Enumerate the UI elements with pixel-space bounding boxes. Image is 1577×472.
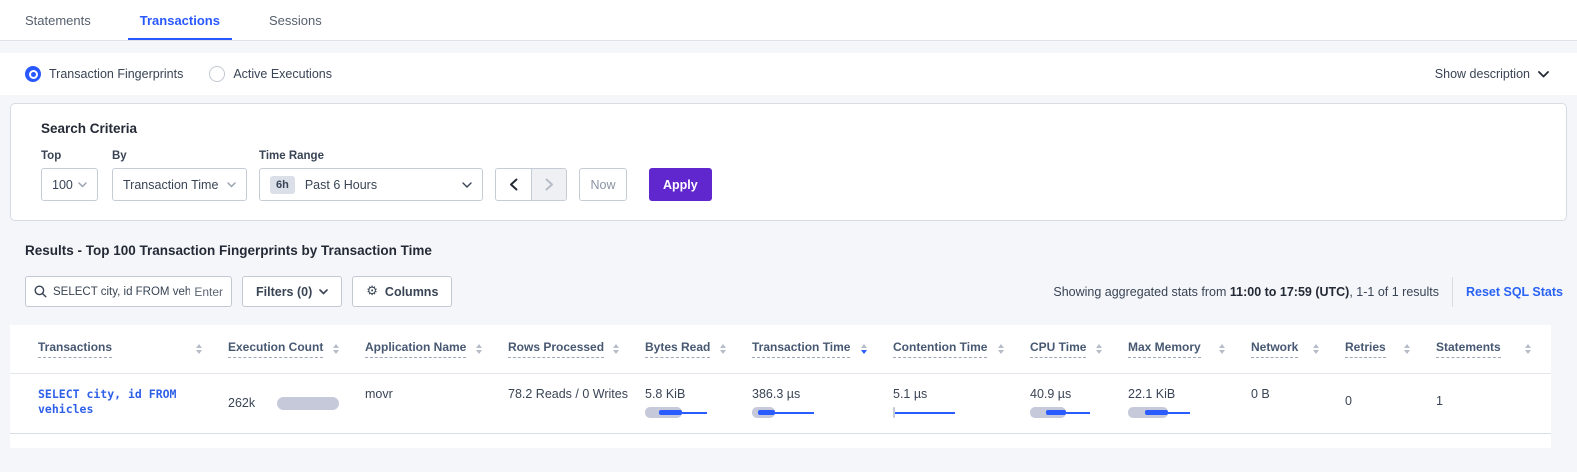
chevron-down-icon: [1538, 71, 1549, 78]
col-header-transaction-time[interactable]: Transaction Time: [752, 340, 893, 358]
results-heading: Results - Top 100 Transaction Fingerprin…: [25, 243, 1577, 258]
time-range-label: Time Range: [259, 150, 483, 162]
sort-icon: [333, 344, 339, 354]
cpu-time-bar: [1030, 407, 1100, 419]
sort-icon: [720, 344, 726, 354]
radio-label: Active Executions: [233, 67, 332, 81]
col-header-application-name[interactable]: Application Name: [365, 340, 508, 358]
col-header-bytes-read[interactable]: Bytes Read: [645, 340, 752, 358]
col-header-execution-count[interactable]: Execution Count: [228, 340, 365, 358]
tab-statements[interactable]: Statements: [19, 0, 97, 40]
time-range-select[interactable]: 6h Past 6 Hours: [259, 168, 483, 201]
sort-icon: [1525, 344, 1531, 354]
cell-statements: 1: [1436, 387, 1551, 419]
radio-label: Transaction Fingerprints: [49, 67, 183, 81]
col-header-network[interactable]: Network: [1251, 340, 1345, 358]
execution-count-bar: [277, 397, 339, 410]
sort-icon: [613, 344, 619, 354]
cell-max-memory: 22.1 KiB: [1128, 387, 1251, 419]
by-label: By: [112, 150, 247, 162]
chevron-down-icon: [78, 182, 87, 188]
time-range-badge: 6h: [270, 176, 295, 194]
col-header-retries[interactable]: Retries: [1345, 340, 1436, 358]
col-header-statements[interactable]: Statements: [1436, 340, 1551, 358]
view-radio-group: Transaction Fingerprints Active Executio…: [25, 66, 332, 82]
by-select[interactable]: Transaction Time: [112, 168, 247, 201]
cell-retries: 0: [1345, 387, 1436, 419]
radio-selected-icon: [25, 66, 41, 82]
cell-contention-time: 5.1 µs: [893, 387, 1030, 419]
tab-transactions[interactable]: Transactions: [134, 0, 226, 40]
sort-icon: [861, 344, 867, 354]
gear-icon: ⚙: [366, 284, 378, 299]
reset-sql-stats-link[interactable]: Reset SQL Stats: [1466, 285, 1563, 299]
radio-transaction-fingerprints[interactable]: Transaction Fingerprints: [25, 66, 183, 82]
time-range-field: Time Range 6h Past 6 Hours: [259, 150, 483, 201]
sort-icon: [1404, 344, 1410, 354]
sort-icon: [1313, 344, 1319, 354]
apply-button[interactable]: Apply: [649, 168, 712, 201]
search-criteria-title: Search Criteria: [41, 121, 1536, 136]
cell-network: 0 B: [1251, 387, 1345, 419]
time-shift-group: [495, 168, 567, 201]
table-header-row: Transactions Execution Count Application…: [10, 325, 1551, 374]
transaction-time-bar: [752, 407, 822, 419]
cell-application-name: movr: [365, 387, 508, 419]
cell-transaction-fingerprint: SELECT city, id FROM vehicles: [38, 387, 228, 419]
top-select[interactable]: 100: [41, 168, 98, 201]
view-toggle-band: Transaction Fingerprints Active Executio…: [0, 53, 1577, 95]
chevron-down-icon: [319, 289, 328, 295]
transaction-fingerprint-link[interactable]: SELECT city, id FROM vehicles: [38, 387, 228, 417]
now-button[interactable]: Now: [579, 168, 627, 201]
filters-button[interactable]: Filters (0): [242, 276, 342, 307]
transactions-table: Transactions Execution Count Application…: [10, 325, 1551, 448]
contention-time-bar: [893, 407, 963, 419]
radio-unselected-icon: [209, 66, 225, 82]
search-icon: [34, 285, 47, 298]
time-next-button[interactable]: [531, 169, 566, 200]
max-memory-bar: [1128, 407, 1198, 419]
table-row: SELECT city, id FROM vehicles 262k movr …: [10, 374, 1551, 434]
sql-activity-tabbar: Statements Transactions Sessions: [0, 0, 1577, 41]
col-header-transactions[interactable]: Transactions: [38, 340, 228, 358]
fingerprint-search-box[interactable]: SELECT city, id FROM vehicles W Enter: [25, 276, 232, 307]
chevron-down-icon: [227, 182, 236, 188]
top-label: Top: [41, 150, 98, 162]
col-header-rows-processed[interactable]: Rows Processed: [508, 340, 645, 358]
col-header-cpu-time[interactable]: CPU Time: [1030, 340, 1128, 358]
results-controls-row: SELECT city, id FROM vehicles W Enter Fi…: [25, 276, 1563, 307]
columns-button[interactable]: ⚙ Columns: [352, 276, 452, 307]
radio-active-executions[interactable]: Active Executions: [209, 66, 332, 82]
time-prev-button[interactable]: [496, 169, 531, 200]
search-criteria-card: Search Criteria Top 100 By Transaction T…: [10, 103, 1567, 221]
search-input[interactable]: SELECT city, id FROM vehicles W: [53, 286, 190, 298]
cell-execution-count: 262k: [228, 387, 365, 419]
col-header-contention-time[interactable]: Contention Time: [893, 340, 1030, 358]
show-description-label: Show description: [1435, 67, 1530, 81]
show-description-toggle[interactable]: Show description: [1435, 67, 1549, 81]
cell-rows-processed: 78.2 Reads / 0 Writes: [508, 387, 645, 419]
bytes-read-bar: [645, 407, 715, 419]
sort-icon: [1096, 344, 1102, 354]
cell-cpu-time: 40.9 µs: [1030, 387, 1128, 419]
cell-transaction-time: 386.3 µs: [752, 387, 893, 419]
by-field: By Transaction Time: [112, 150, 247, 201]
search-enter-button[interactable]: Enter: [194, 285, 223, 299]
divider: [1452, 277, 1453, 307]
chevron-down-icon: [462, 182, 472, 188]
cell-bytes-read: 5.8 KiB: [645, 387, 752, 419]
col-header-max-memory[interactable]: Max Memory: [1128, 340, 1251, 358]
sort-icon: [476, 344, 482, 354]
top-field: Top 100: [41, 150, 98, 201]
sort-icon: [1219, 344, 1225, 354]
aggregated-stats-text: Showing aggregated stats from 11:00 to 1…: [1053, 285, 1439, 299]
sort-icon: [196, 344, 202, 354]
sort-icon: [998, 344, 1004, 354]
tab-sessions[interactable]: Sessions: [263, 0, 328, 40]
